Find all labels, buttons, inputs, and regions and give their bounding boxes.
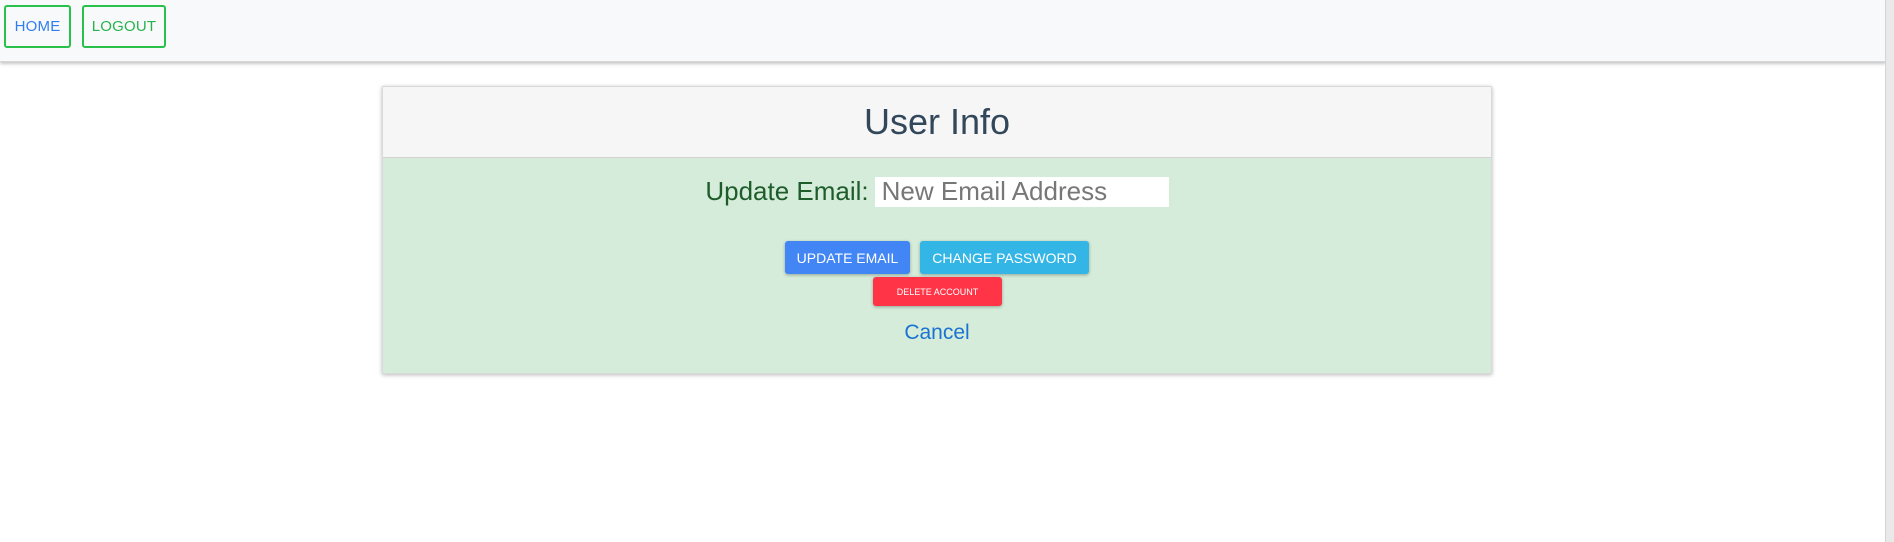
change-password-button[interactable]: CHANGE PASSWORD [920, 241, 1089, 274]
email-row: Update Email: [383, 176, 1491, 207]
cancel-link[interactable]: Cancel [383, 321, 1491, 345]
delete-account-button[interactable]: DELETE ACCOUNT [873, 277, 1002, 306]
logout-button[interactable]: LOGOUT [82, 5, 166, 48]
card-header: User Info [383, 87, 1491, 158]
email-label: Update Email: [705, 176, 869, 206]
page-title: User Info [863, 101, 1011, 142]
page-scrollbar[interactable] [1885, 0, 1894, 542]
email-field[interactable] [874, 176, 1169, 207]
card-body: Update Email: UPDATE EMAIL CHANGE PASSWO… [383, 158, 1491, 374]
top-navbar: HOME LOGOUT [0, 0, 1886, 62]
update-email-button[interactable]: UPDATE EMAIL [785, 241, 910, 274]
action-button-row: UPDATE EMAIL CHANGE PASSWORD [383, 241, 1491, 274]
home-button[interactable]: HOME [4, 5, 71, 48]
user-info-card: User Info Update Email: UPDATE EMAIL CHA… [382, 86, 1492, 374]
